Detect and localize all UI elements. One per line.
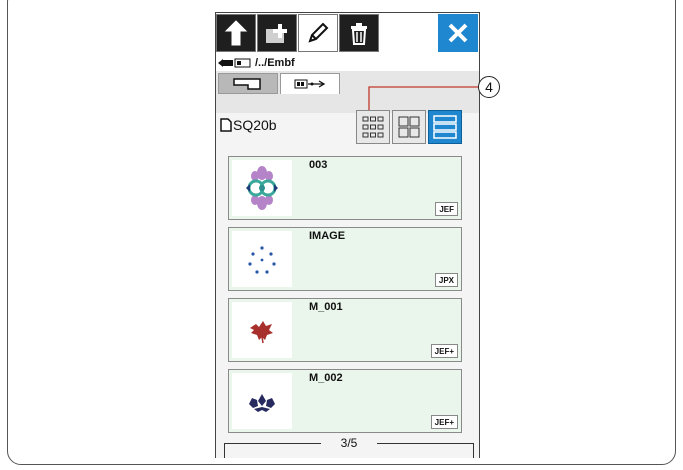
card-label: SQ20b [220, 117, 277, 133]
location-icon [218, 58, 251, 68]
dots-design-icon [248, 246, 276, 274]
leaf-design-icon [250, 321, 273, 344]
design-thumbnail [232, 373, 292, 429]
rename-button[interactable] [298, 14, 338, 52]
design-thumbnail [232, 160, 292, 216]
file-name: IMAGE [309, 230, 346, 242]
list-item[interactable]: IMAGE JPX [228, 227, 462, 291]
small-grid-icon [362, 116, 384, 138]
usb-icon [294, 79, 326, 89]
page-number: 3/5 [321, 436, 377, 450]
new-folder-icon [266, 24, 287, 43]
tab-machine-memory[interactable] [218, 73, 278, 94]
back-button[interactable] [216, 14, 256, 52]
trash-icon [351, 23, 367, 45]
list-item[interactable]: 003 JEF [228, 156, 462, 220]
file-format-badge: JEF+ [430, 415, 458, 429]
floral-design-icon [246, 166, 278, 210]
current-path: /../Embf [255, 57, 295, 69]
new-folder-button[interactable] [257, 14, 297, 52]
view-large-grid-button[interactable] [392, 110, 426, 144]
delete-button[interactable] [339, 14, 379, 52]
file-format-badge: JEF [435, 202, 458, 216]
file-name: M_002 [309, 372, 343, 384]
view-small-grid-button[interactable] [356, 110, 390, 144]
close-button[interactable] [438, 14, 478, 52]
list-item[interactable]: M_002 JEF+ [228, 369, 462, 433]
file-format-badge: JEF+ [430, 344, 458, 358]
toolbar [216, 13, 479, 55]
card-icon [220, 118, 232, 132]
machine-memory-icon [233, 77, 261, 90]
tab-usb[interactable] [280, 73, 340, 94]
touch-screen: /../Embf SQ20b 003 JEF IMAGE JPX M_001 J… [215, 12, 480, 458]
file-name: M_001 [309, 301, 343, 313]
list-view-icon [433, 115, 457, 139]
pencil-icon [308, 22, 329, 43]
source-tabs [216, 71, 479, 113]
path-bar: /../Embf [216, 55, 479, 71]
file-name: 003 [309, 159, 328, 171]
page-indicator: 3/5 [224, 436, 474, 458]
close-icon [448, 23, 468, 43]
view-list-button[interactable] [428, 110, 462, 144]
design-thumbnail [232, 302, 292, 358]
back-arrow-icon [224, 20, 248, 46]
callout-number: 4 [478, 76, 500, 98]
design-thumbnail [232, 231, 292, 287]
flourish-design-icon [249, 394, 275, 412]
file-format-badge: JPX [434, 273, 458, 287]
list-item[interactable]: M_001 JEF+ [228, 298, 462, 362]
large-grid-icon [398, 116, 420, 138]
